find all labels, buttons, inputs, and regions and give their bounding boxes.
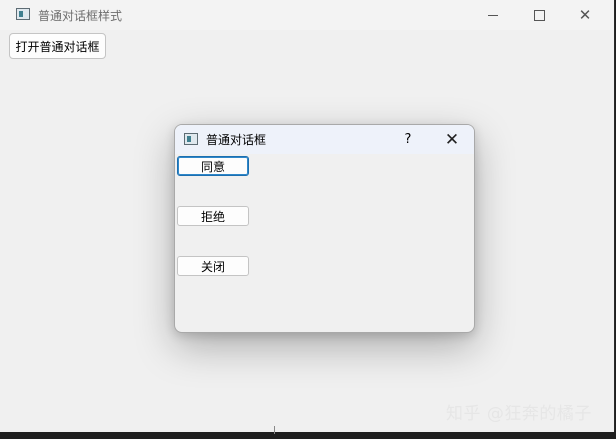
window-close-button[interactable]: ✕ bbox=[562, 0, 608, 30]
close-icon: ✕ bbox=[578, 6, 592, 24]
main-window: 普通对话框样式 ✕ 打开普通对话框 知乎 @狂奔的橘子 普通对话框 ? ✕ 同意… bbox=[0, 0, 615, 434]
dialog-close-button[interactable]: ✕ bbox=[435, 125, 469, 154]
reject-button[interactable]: 拒绝 bbox=[177, 206, 249, 226]
help-button[interactable]: ? bbox=[393, 125, 423, 154]
minimize-icon bbox=[488, 14, 498, 16]
help-icon: ? bbox=[404, 132, 412, 147]
dialog-app-icon bbox=[184, 133, 198, 145]
window-title: 普通对话框样式 bbox=[38, 9, 123, 23]
watermark-text: 知乎 @狂奔的橘子 bbox=[446, 404, 592, 424]
resize-grip bbox=[274, 426, 275, 434]
close-icon: ✕ bbox=[444, 129, 460, 150]
dialog-title: 普通对话框 bbox=[206, 133, 267, 147]
normal-dialog: 普通对话框 ? ✕ 同意 拒绝 关闭 bbox=[174, 124, 475, 333]
agree-button[interactable]: 同意 bbox=[177, 156, 249, 176]
dialog-titlebar[interactable]: 普通对话框 ? ✕ bbox=[175, 125, 474, 154]
app-window-icon bbox=[16, 8, 30, 20]
open-dialog-button[interactable]: 打开普通对话框 bbox=[9, 33, 106, 59]
minimize-button[interactable] bbox=[470, 0, 516, 30]
main-titlebar[interactable]: 普通对话框样式 ✕ bbox=[0, 0, 614, 30]
maximize-icon bbox=[533, 9, 545, 21]
close-dialog-button[interactable]: 关闭 bbox=[177, 256, 249, 276]
maximize-button[interactable] bbox=[516, 0, 562, 30]
